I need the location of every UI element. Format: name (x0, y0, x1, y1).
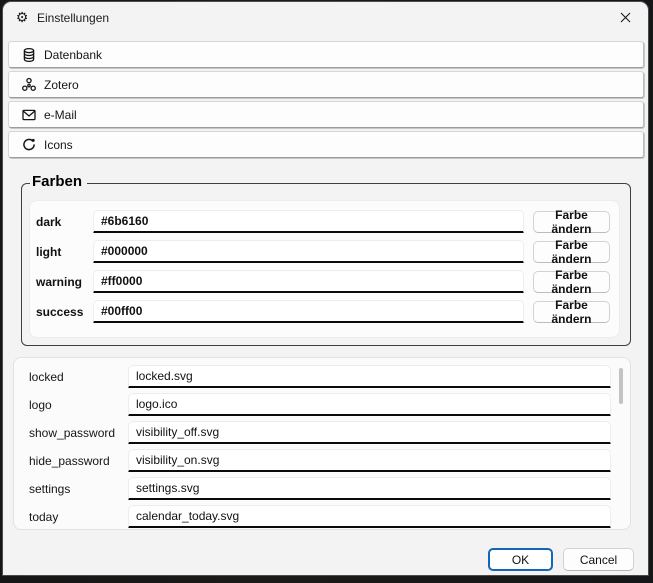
gear-icon: ⚙ (14, 10, 30, 26)
icon-file-input-hide-password[interactable] (128, 449, 611, 472)
color-row-warning: warning Farbe ändern (3, 270, 648, 294)
change-color-button[interactable]: Farbe ändern (533, 271, 610, 293)
color-row-dark: dark Farbe ändern (3, 210, 648, 234)
window-title: Einstellungen (37, 11, 109, 25)
vertical-scrollbar-thumb[interactable] (619, 368, 623, 404)
cancel-button[interactable]: Cancel (563, 548, 634, 571)
icon-file-row-settings: settings (14, 477, 631, 501)
icon-file-label: hide_password (29, 449, 129, 473)
database-icon (21, 47, 37, 63)
icon-file-label: logo (29, 393, 129, 417)
color-label: warning (36, 270, 92, 294)
color-label: dark (36, 210, 92, 234)
section-header-email[interactable]: e-Mail (8, 101, 644, 128)
desktop-background: ⚙ Einstellungen Datenbank (0, 0, 653, 583)
color-row-success: success Farbe ändern (3, 300, 648, 324)
change-color-button[interactable]: Farbe ändern (533, 301, 610, 323)
color-hex-input-warning[interactable] (93, 270, 524, 293)
icon-file-row-hide-password: hide_password (14, 449, 631, 473)
color-hex-input-dark[interactable] (93, 210, 524, 233)
zotero-icon (21, 77, 37, 93)
icon-file-label: settings (29, 477, 129, 501)
section-header-datenbank[interactable]: Datenbank (8, 41, 644, 68)
settings-dialog: ⚙ Einstellungen Datenbank (3, 2, 648, 575)
titlebar[interactable]: ⚙ Einstellungen (3, 2, 648, 34)
icon-file-label: show_password (29, 421, 129, 445)
icon-file-row-locked: locked (14, 365, 631, 389)
color-label: success (36, 300, 92, 324)
section-label: Datenbank (44, 48, 102, 62)
change-color-button[interactable]: Farbe ändern (533, 241, 610, 263)
color-hex-input-success[interactable] (93, 300, 524, 323)
icon-file-input-logo[interactable] (128, 393, 611, 416)
sync-icon (21, 137, 37, 153)
section-header-zotero[interactable]: Zotero (8, 71, 644, 98)
section-label: Icons (44, 138, 73, 152)
color-label: light (36, 240, 92, 264)
icon-file-row-show-password: show_password (14, 421, 631, 445)
mail-icon (21, 107, 37, 123)
color-row-light: light Farbe ändern (3, 240, 648, 264)
farben-group-title: Farben (30, 173, 87, 190)
icon-file-label: today (29, 505, 129, 529)
color-hex-input-light[interactable] (93, 240, 524, 263)
section-header-icons[interactable]: Icons (8, 131, 644, 158)
change-color-button[interactable]: Farbe ändern (533, 211, 610, 233)
icon-file-input-today[interactable] (128, 505, 611, 528)
icon-file-input-show-password[interactable] (128, 421, 611, 444)
icon-file-input-settings[interactable] (128, 477, 611, 500)
icon-files-panel: locked logo show_password hide_password … (13, 357, 631, 530)
close-button[interactable] (603, 2, 648, 33)
ok-button[interactable]: OK (488, 548, 553, 571)
close-icon (620, 12, 631, 23)
section-label: e-Mail (44, 108, 77, 122)
section-label: Zotero (44, 78, 79, 92)
icon-file-row-today: today (14, 505, 631, 529)
icon-file-label: locked (29, 365, 129, 389)
icon-file-row-logo: logo (14, 393, 631, 417)
icon-file-input-locked[interactable] (128, 365, 611, 388)
